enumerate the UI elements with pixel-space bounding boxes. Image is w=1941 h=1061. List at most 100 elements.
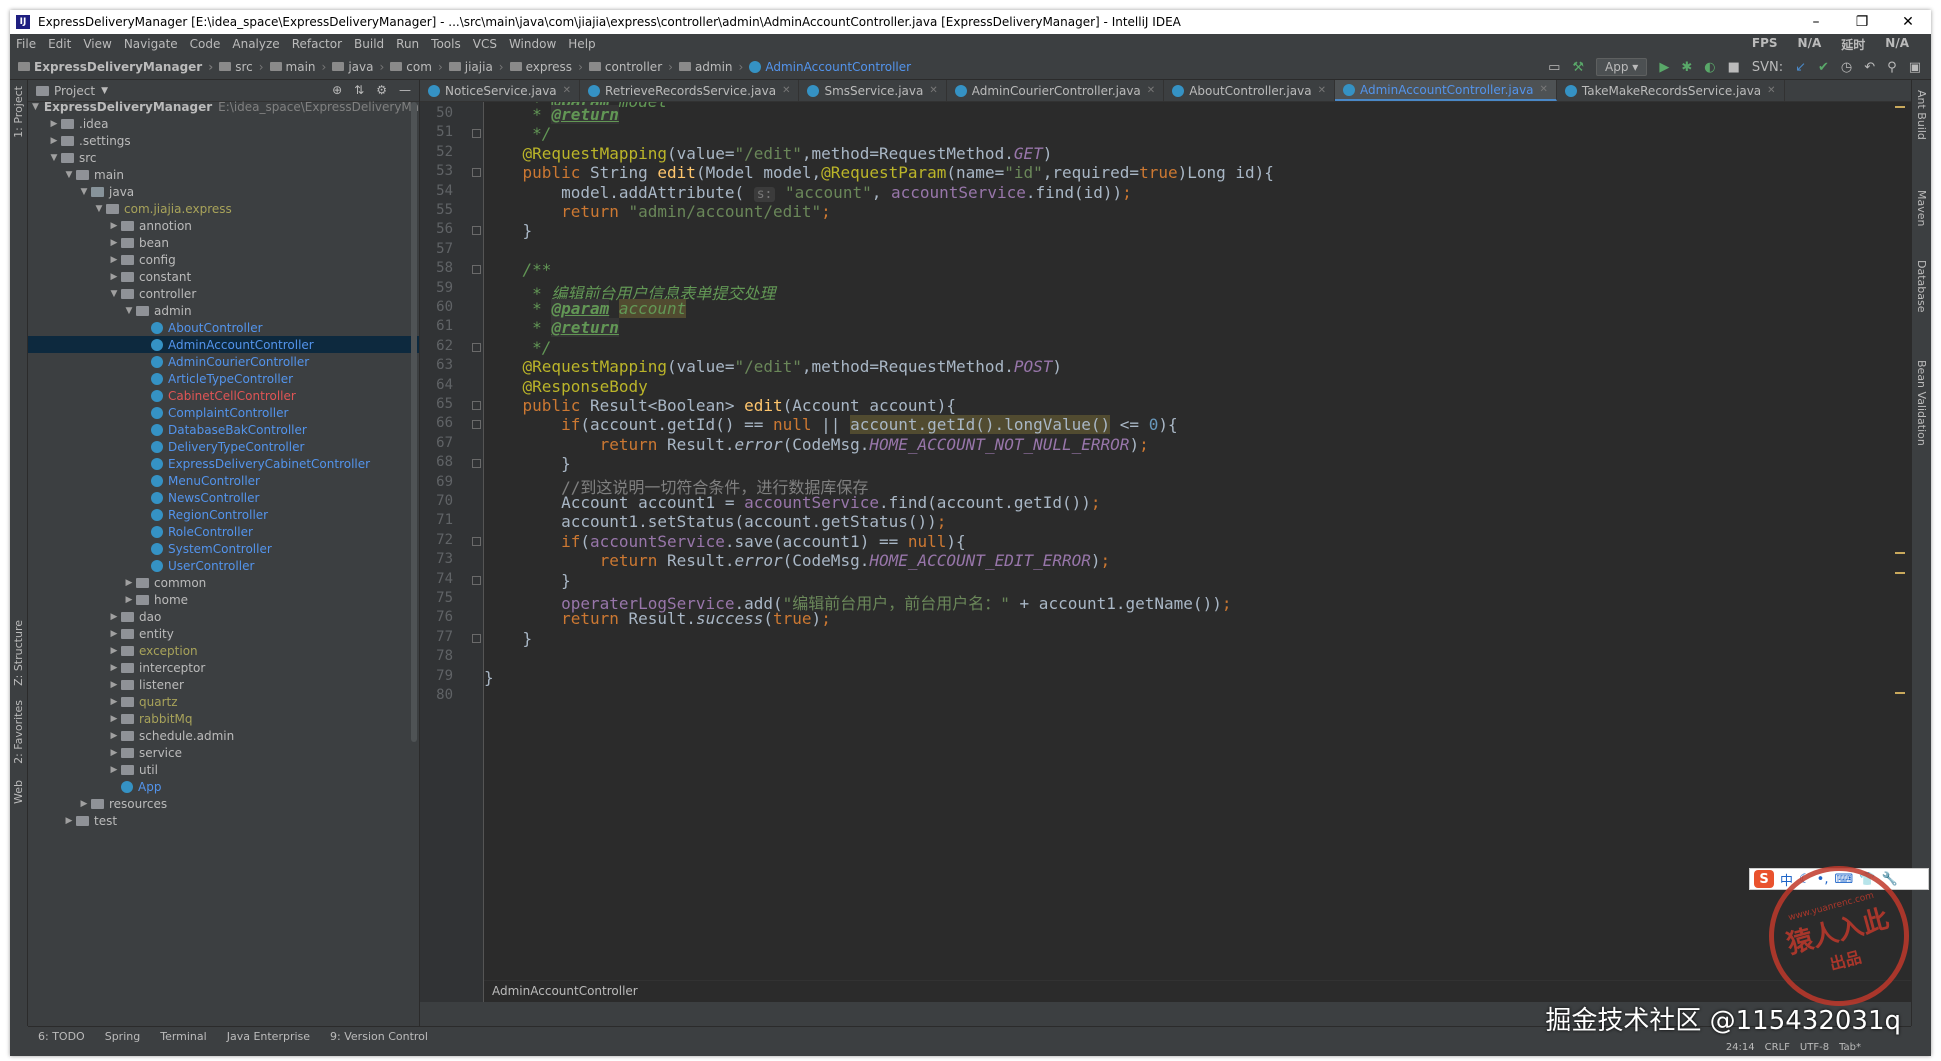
tree-folder-item[interactable]: ▼ ExpressDeliveryManager E:\idea_space\Exp… bbox=[28, 98, 419, 115]
tool-web-tab[interactable]: Web bbox=[12, 780, 25, 804]
editor-scrollbar[interactable] bbox=[1895, 102, 1909, 1002]
file-encoding[interactable]: UTF-8 bbox=[1800, 1042, 1829, 1053]
tree-folder-item[interactable]: ▶ quartz bbox=[28, 693, 419, 710]
run-icon[interactable]: ▶ bbox=[1659, 60, 1669, 75]
warning-marker[interactable] bbox=[1895, 572, 1905, 574]
tree-folder-item[interactable]: ▶ annotion bbox=[28, 217, 419, 234]
tree-class-item[interactable]: CabinetCellController bbox=[28, 387, 419, 404]
indent-setting[interactable]: Tab* bbox=[1839, 1042, 1861, 1053]
tree-class-item[interactable]: App bbox=[28, 778, 419, 795]
breadcrumb-com[interactable]: com › bbox=[390, 60, 443, 74]
fold-icon[interactable] bbox=[472, 575, 481, 585]
tree-class-item[interactable]: ArticleTypeController bbox=[28, 370, 419, 387]
warning-marker[interactable] bbox=[1895, 106, 1905, 108]
locate-icon[interactable]: ⊕ bbox=[332, 83, 342, 97]
tree-folder-item[interactable]: ▶ service bbox=[28, 744, 419, 761]
maximize-button[interactable]: ❐ bbox=[1839, 14, 1885, 30]
menu-refactor[interactable]: Refactor bbox=[292, 37, 342, 51]
tree-folder-item[interactable]: ▶ exception bbox=[28, 642, 419, 659]
search-everywhere-icon[interactable]: ⚲ bbox=[1887, 60, 1897, 75]
tool-maven-tab[interactable]: Maven bbox=[1915, 190, 1928, 226]
collapse-arrow-icon[interactable]: ▶ bbox=[122, 578, 136, 588]
breadcrumb-class[interactable]: AdminAccountController bbox=[749, 60, 911, 74]
tree-folder-item[interactable]: ▼ com.jiajia.express bbox=[28, 200, 419, 217]
breadcrumb-project[interactable]: ExpressDeliveryManager › bbox=[18, 60, 213, 74]
warning-marker[interactable] bbox=[1895, 552, 1905, 554]
fold-icon[interactable] bbox=[472, 536, 481, 546]
expand-arrow-icon[interactable]: ▼ bbox=[32, 102, 39, 112]
close-tab-icon[interactable]: ✕ bbox=[782, 85, 790, 96]
tree-folder-item[interactable]: ▼ main bbox=[28, 166, 419, 183]
build-hammer-icon[interactable]: ⚒ bbox=[1572, 60, 1584, 75]
menu-file[interactable]: File bbox=[16, 37, 36, 51]
menu-tools[interactable]: Tools bbox=[431, 37, 461, 51]
svn-history-icon[interactable]: ◷ bbox=[1841, 60, 1852, 75]
spring-tab[interactable]: Spring bbox=[105, 1030, 141, 1043]
project-view-select[interactable]: Project bbox=[54, 84, 95, 98]
collapse-arrow-icon[interactable]: ▶ bbox=[107, 255, 121, 265]
collapse-arrow-icon[interactable]: ▶ bbox=[107, 714, 121, 724]
close-tab-icon[interactable]: ✕ bbox=[929, 85, 937, 96]
run-config-select[interactable]: App ▾ bbox=[1596, 58, 1648, 76]
collapse-arrow-icon[interactable]: ▶ bbox=[122, 595, 136, 605]
tree-class-item[interactable]: DatabaseBakController bbox=[28, 421, 419, 438]
tool-ant-tab[interactable]: Ant Build bbox=[1915, 90, 1928, 140]
fold-icon[interactable] bbox=[472, 459, 481, 469]
collapse-arrow-icon[interactable]: ▶ bbox=[107, 272, 121, 282]
collapse-arrow-icon[interactable]: ▶ bbox=[77, 799, 91, 809]
tool-project-tab[interactable]: 1: Project bbox=[12, 86, 25, 138]
breadcrumb-express[interactable]: express › bbox=[509, 60, 583, 74]
tree-class-item[interactable]: DeliveryTypeController bbox=[28, 438, 419, 455]
project-scrollbar[interactable] bbox=[411, 102, 417, 742]
tree-class-item[interactable]: AdminAccountController bbox=[28, 336, 419, 353]
collapse-arrow-icon[interactable]: ▶ bbox=[47, 119, 61, 129]
close-button[interactable]: ✕ bbox=[1885, 14, 1931, 30]
tree-folder-item[interactable]: ▶ dao bbox=[28, 608, 419, 625]
menu-run[interactable]: Run bbox=[396, 37, 419, 51]
collapse-arrow-icon[interactable]: ▶ bbox=[107, 680, 121, 690]
tree-folder-item[interactable]: ▶ constant bbox=[28, 268, 419, 285]
svn-commit-icon[interactable]: ✔ bbox=[1818, 60, 1829, 75]
tree-folder-item[interactable]: ▼ src bbox=[28, 149, 419, 166]
menu-navigate[interactable]: Navigate bbox=[124, 37, 178, 51]
java-enterprise-tab[interactable]: Java Enterprise bbox=[227, 1030, 310, 1043]
tree-folder-item[interactable]: ▶ home bbox=[28, 591, 419, 608]
expand-arrow-icon[interactable]: ▼ bbox=[107, 289, 121, 299]
collapse-arrow-icon[interactable]: ▶ bbox=[107, 765, 121, 775]
menu-build[interactable]: Build bbox=[354, 37, 384, 51]
code-editor[interactable]: 50 51 52 53 54 55 56 57 58 59 60 61 62 63 64 65 66 67 68 69… bbox=[420, 102, 1911, 1002]
editor-tab[interactable]: RetrieveRecordsService.java ✕ bbox=[580, 80, 800, 101]
tree-folder-item[interactable]: ▶ entity bbox=[28, 625, 419, 642]
tree-folder-item[interactable]: ▼ admin bbox=[28, 302, 419, 319]
code-area[interactable]: * @param model * @return */ @RequestMapp… bbox=[484, 102, 1891, 1002]
menu-window[interactable]: Window bbox=[509, 37, 556, 51]
tree-folder-item[interactable]: ▶ test bbox=[28, 812, 419, 829]
tool-icon[interactable]: ▣ bbox=[1909, 60, 1921, 75]
collapse-arrow-icon[interactable]: ▶ bbox=[107, 663, 121, 673]
svn-update-icon[interactable]: ↙ bbox=[1795, 60, 1806, 75]
hide-icon[interactable]: — bbox=[399, 83, 411, 97]
breadcrumb-java[interactable]: java › bbox=[332, 60, 384, 74]
editor-tab[interactable]: AdminAccountController.java ✕ bbox=[1334, 80, 1557, 101]
expand-arrow-icon[interactable]: ▼ bbox=[92, 204, 106, 214]
tool-bean-validation-tab[interactable]: Bean Validation bbox=[1915, 360, 1928, 446]
tree-class-item[interactable]: NewsController bbox=[28, 489, 419, 506]
tree-class-item[interactable]: ExpressDeliveryCabinetController bbox=[28, 455, 419, 472]
fold-icon[interactable] bbox=[472, 129, 481, 139]
tool-structure-tab[interactable]: Z: Structure bbox=[12, 620, 25, 686]
tree-folder-item[interactable]: ▶ rabbitMq bbox=[28, 710, 419, 727]
svn-revert-icon[interactable]: ↶ bbox=[1864, 60, 1875, 75]
editor-tab[interactable]: AboutController.java ✕ bbox=[1164, 80, 1335, 101]
collapse-arrow-icon[interactable]: ▶ bbox=[107, 612, 121, 622]
collapse-arrow-icon[interactable]: ▶ bbox=[107, 731, 121, 741]
gear-icon[interactable]: ⚙ bbox=[376, 83, 387, 97]
expand-arrow-icon[interactable]: ▼ bbox=[122, 306, 136, 316]
fold-icon[interactable] bbox=[472, 168, 481, 178]
breadcrumb-src[interactable]: src › bbox=[219, 60, 264, 74]
project-structure-icon[interactable]: ▭ bbox=[1548, 60, 1560, 75]
fold-icon[interactable] bbox=[472, 420, 481, 430]
tree-folder-item[interactable]: ▶ resources bbox=[28, 795, 419, 812]
menu-view[interactable]: View bbox=[83, 37, 111, 51]
fold-icon[interactable] bbox=[472, 342, 481, 352]
breadcrumb-controller[interactable]: controller › bbox=[588, 60, 673, 74]
